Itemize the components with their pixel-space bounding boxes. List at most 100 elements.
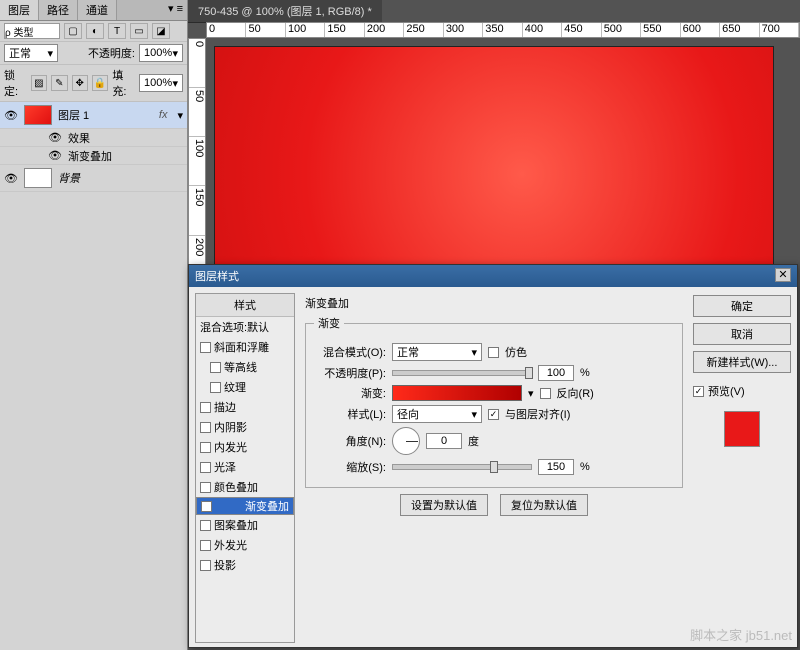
style-checkbox[interactable] [200,342,211,353]
new-style-button[interactable]: 新建样式(W)... [693,351,791,373]
scale-input[interactable] [538,459,574,475]
tab-layers[interactable]: 图层 [0,0,39,20]
blend-mode-select[interactable]: 正常▾ [392,343,482,361]
layer-name[interactable]: 背景 [58,170,80,186]
style-item[interactable]: 内发光 [196,437,294,457]
filter-shape-icon[interactable]: ▭ [130,23,148,39]
layer-name[interactable]: 图层 1 [58,107,89,123]
angle-label: 角度(N): [314,433,386,449]
style-item[interactable]: 光泽 [196,457,294,477]
lock-all-icon[interactable]: 🔒 [92,75,108,91]
document-tab[interactable]: 750-435 @ 100% (图层 1, RGB/8) * [188,0,382,23]
visibility-icon[interactable]: 👁 [4,172,18,185]
effect-label: 渐变叠加 [68,148,112,164]
style-item[interactable]: 投影 [196,555,294,575]
ok-button[interactable]: 确定 [693,295,791,317]
style-item[interactable]: 颜色叠加 [196,477,294,497]
style-checkbox[interactable] [200,462,211,473]
close-icon[interactable]: ✕ [775,268,791,282]
style-checkbox[interactable] [200,442,211,453]
align-label: 与图层对齐(I) [505,406,570,422]
effect-row[interactable]: 👁 效果 [0,129,187,147]
style-item[interactable]: 描边 [196,397,294,417]
dialog-title: 图层样式 [195,268,239,284]
set-default-button[interactable]: 设置为默认值 [400,494,488,516]
style-item-label: 纹理 [224,379,246,395]
gradient-label: 渐变: [314,385,386,401]
effect-row[interactable]: 👁 渐变叠加 [0,147,187,165]
gradient-style-select[interactable]: 径向▾ [392,405,482,423]
style-checkbox[interactable] [200,402,211,413]
angle-dial[interactable] [392,427,420,455]
style-checkbox[interactable] [210,382,221,393]
style-item-label: 外发光 [214,537,247,553]
style-item[interactable]: 渐变叠加 [196,497,294,515]
style-checkbox[interactable] [200,482,211,493]
opacity-label: 不透明度: [88,45,135,61]
opacity-slider[interactable] [392,370,532,376]
style-item[interactable]: 纹理 [196,377,294,397]
style-checkbox[interactable] [201,501,212,512]
style-checkbox[interactable] [200,520,211,531]
dialog-titlebar[interactable]: 图层样式 ✕ [189,265,797,287]
opacity-label: 不透明度(P): [314,365,386,381]
style-item[interactable]: 等高线 [196,357,294,377]
gradient-dropdown-icon[interactable]: ▾ [528,387,534,400]
layer-row[interactable]: 👁 图层 1 fx ▾ [0,102,187,129]
layer-filter-input[interactable] [4,23,60,39]
opacity-input[interactable] [538,365,574,381]
style-label: 样式(L): [314,406,386,422]
visibility-icon[interactable]: 👁 [48,149,62,162]
tab-channels[interactable]: 通道 [78,0,117,20]
options-area: 渐变叠加 渐变 混合模式(O): 正常▾ 仿色 不透明度(P): % 渐变: [301,287,687,649]
style-item-label: 颜色叠加 [214,479,258,495]
preview-checkbox[interactable] [693,386,704,397]
panel-menu-icon[interactable]: ▾ ≡ [164,0,187,20]
layer-thumbnail[interactable] [24,168,52,188]
effect-label: 效果 [68,130,90,146]
style-item-label: 渐变叠加 [245,498,289,514]
visibility-icon[interactable]: 👁 [4,109,18,122]
filter-type-icon[interactable]: T [108,23,126,39]
style-item[interactable]: 外发光 [196,535,294,555]
tab-paths[interactable]: 路径 [39,0,78,20]
style-checkbox[interactable] [200,560,211,571]
style-item[interactable]: 图案叠加 [196,515,294,535]
filter-smart-icon[interactable]: ◪ [152,23,170,39]
layer-thumbnail[interactable] [24,105,52,125]
fx-expand-icon[interactable]: ▾ [177,109,183,122]
lock-brush-icon[interactable]: ✎ [51,75,67,91]
angle-input[interactable] [426,433,462,449]
scale-unit: % [580,461,590,473]
gradient-preview[interactable] [392,385,522,401]
lock-pixels-icon[interactable]: ▨ [31,75,47,91]
visibility-icon[interactable]: 👁 [48,131,62,144]
blend-mode-select[interactable]: 正常▾ [4,44,58,62]
fill-input[interactable]: 100%▾ [139,74,183,92]
style-checkbox[interactable] [200,540,211,551]
opacity-input[interactable]: 100%▾ [139,44,183,62]
fx-badge[interactable]: fx [159,109,172,121]
style-checkbox[interactable] [200,422,211,433]
filter-adjust-icon[interactable]: ◐ [86,23,104,39]
align-checkbox[interactable] [488,409,499,420]
style-item-label: 投影 [214,557,236,573]
style-item-label: 光泽 [214,459,236,475]
style-item[interactable]: 斜面和浮雕 [196,337,294,357]
cancel-button[interactable]: 取消 [693,323,791,345]
style-checkbox[interactable] [210,362,221,373]
blend-options-item[interactable]: 混合选项:默认 [196,317,294,337]
preview-swatch [724,411,760,447]
style-item-label: 描边 [214,399,236,415]
scale-slider[interactable] [392,464,532,470]
style-item[interactable]: 内阴影 [196,417,294,437]
layer-row[interactable]: 👁 背景 [0,165,187,192]
panel-tabs: 图层 路径 通道 ▾ ≡ [0,0,187,21]
styles-header[interactable]: 样式 [196,294,294,317]
filter-image-icon[interactable]: ▢ [64,23,82,39]
lock-move-icon[interactable]: ✥ [72,75,88,91]
dialog-right-column: 确定 取消 新建样式(W)... 预览(V) [687,287,797,649]
reverse-checkbox[interactable] [540,388,551,399]
dither-checkbox[interactable] [488,347,499,358]
reset-default-button[interactable]: 复位为默认值 [500,494,588,516]
